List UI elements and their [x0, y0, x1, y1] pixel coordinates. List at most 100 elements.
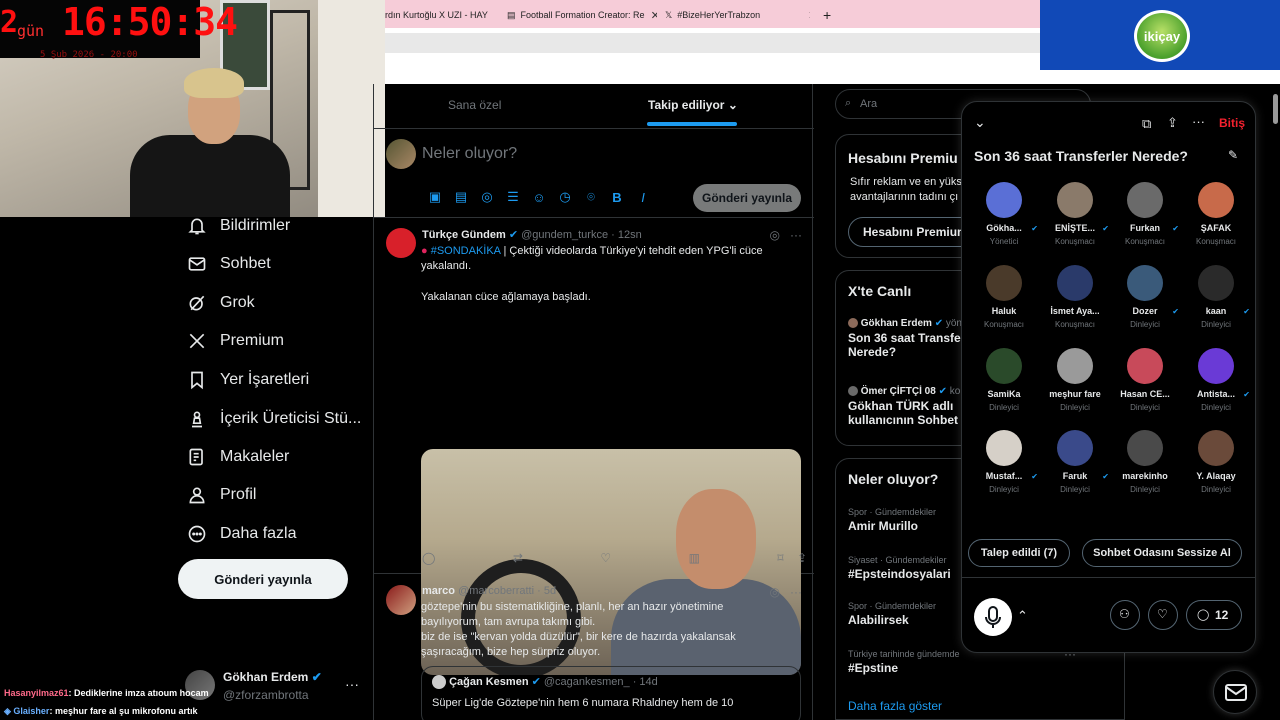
browser-tab[interactable]: ▤ Football Formation Creator: Re ✕ [507, 6, 657, 24]
share-icon[interactable]: ⇪ [1167, 115, 1178, 131]
browser-address-bar[interactable] [385, 28, 1040, 56]
trend-item[interactable]: Spor · Gündemdekiler Amir Murillo [848, 507, 936, 533]
space-participant[interactable]: Haluk Konuşmacı [968, 265, 1040, 345]
nav-item-chat[interactable]: Sohbet [186, 249, 271, 279]
scrollbar-thumb[interactable] [1273, 94, 1278, 124]
reply-icon[interactable]: ◯ [422, 551, 435, 565]
close-icon[interactable]: ✕ [494, 9, 495, 22]
compose-input[interactable]: Neler oluyor? [422, 145, 517, 163]
space-participant[interactable]: Faruk ✔ Dinleyici [1039, 430, 1111, 510]
react-button[interactable]: ♡ [1148, 600, 1178, 630]
space-participant[interactable]: ENİŞTE... ✔ Konuşmacı [1039, 182, 1111, 262]
more-icon[interactable]: ··· [1192, 114, 1205, 129]
space-participant[interactable]: marekinho Dinleyici [1109, 430, 1181, 510]
close-icon[interactable]: ✕ [651, 9, 657, 22]
nav-item-premium[interactable]: Premium [186, 326, 284, 356]
tab-following[interactable]: Takip ediliyor ⌄ [648, 98, 738, 112]
requests-button[interactable]: Talep edildi (7) [968, 539, 1070, 567]
live-item[interactable]: Gökhan Erdem ✔ yön Son 36 saat Transferl… [848, 318, 975, 359]
comments-button[interactable]: ◯ 12 [1186, 600, 1242, 630]
space-participant[interactable]: Mustaf... ✔ Dinleyici [968, 430, 1040, 510]
more-icon[interactable]: ··· [345, 676, 359, 692]
bold-icon[interactable]: B [604, 189, 630, 205]
collapse-chevron-icon[interactable]: ⌄ [974, 114, 986, 131]
nav-item-bookmarks[interactable]: Yer İşaretleri [186, 365, 309, 395]
space-participant[interactable]: Antista... ✔ Dinleyici [1180, 348, 1252, 428]
more-icon[interactable]: ··· [790, 585, 802, 599]
minimize-icon[interactable]: ⧉ [1142, 116, 1151, 132]
nav-item-notifications[interactable]: Bildirimler [186, 211, 290, 241]
space-participant[interactable]: meşhur fare Dinleyici [1039, 348, 1111, 428]
space-participant[interactable]: Hasan CE... Dinleyici [1109, 348, 1181, 428]
bookmark-icon[interactable]: ⌑ [777, 551, 783, 565]
verified-badge-icon: ✔ [1031, 472, 1038, 481]
tweet[interactable]: Türkçe Gündem ✔ @gundem_turkce · 12sn ◎ … [374, 218, 814, 675]
compose-post-button[interactable]: Gönderi yayınla [693, 184, 801, 212]
gif-icon[interactable]: ▤ [448, 189, 474, 205]
trend-item[interactable]: Spor · Gündemdekiler Alabilirsek [848, 601, 936, 627]
nav-item-more[interactable]: Daha fazla [186, 519, 297, 549]
nav-item-creator-studio[interactable]: İçerik Üreticisi Stü... [186, 404, 361, 434]
participant-role: Dinleyici [1060, 485, 1090, 494]
hashtag-link[interactable]: #SONDAKİKA [431, 245, 501, 257]
space-participant[interactable]: kaan ✔ Dinleyici [1180, 265, 1252, 345]
grok-icon[interactable]: ◎ [770, 228, 780, 242]
schedule-icon[interactable]: ◷ [552, 189, 578, 205]
emoji-icon[interactable]: ☺ [526, 189, 552, 205]
messages-fab[interactable] [1213, 670, 1257, 714]
space-participant[interactable]: Y. Alaqay Dinleyici [1180, 430, 1252, 510]
space-participant[interactable]: Furkan ✔ Konuşmacı [1109, 182, 1181, 262]
avatar [1198, 182, 1234, 218]
trend-item[interactable]: Türkiye tarihinde gündemde #Epstine [848, 649, 960, 675]
tab-for-you[interactable]: Sana özel [448, 98, 501, 112]
tweet-tools: ◎ ··· [770, 585, 802, 599]
image-icon[interactable]: ▣ [422, 189, 448, 205]
space-participant[interactable]: ŞAFAK Konuşmacı [1180, 182, 1252, 262]
person-icon [186, 484, 208, 506]
account-switcher[interactable]: Gökhan Erdem ✔ @zforzambrotta ··· [185, 668, 385, 708]
like-icon[interactable]: ♡ [600, 551, 611, 565]
people-button[interactable]: ⚇ [1110, 600, 1140, 630]
retweet-icon[interactable]: ⇄ [513, 551, 523, 565]
italic-icon[interactable]: I [630, 189, 656, 205]
address-field[interactable] [385, 33, 1040, 53]
grok-icon[interactable]: ◎ [770, 585, 780, 599]
verified-badge-icon: ✔ [934, 318, 944, 329]
participant-name: SamiKa [987, 389, 1021, 399]
mute-space-button[interactable]: Sohbet Odasını Sessize Al [1082, 539, 1242, 567]
nav-item-articles[interactable]: Makaleler [186, 442, 289, 472]
trend-item[interactable]: Siyaset · Gündemdekiler #Epsteindosyalari [848, 555, 951, 581]
views-icon[interactable]: ▥ [689, 551, 700, 565]
end-space-button[interactable]: Bitiş [1219, 116, 1245, 130]
tweet[interactable]: marco @marcoberratti · 5d ◎ ··· göztepe'… [374, 575, 814, 720]
participant-role: Yönetici [989, 237, 1019, 246]
location-icon[interactable]: ⌾ [578, 189, 604, 205]
nav-item-profile[interactable]: Profil [186, 480, 256, 510]
avatar [986, 182, 1022, 218]
space-participant[interactable]: Dozer ✔ Dinleyici [1109, 265, 1181, 345]
grok-icon[interactable]: ◎ [474, 189, 500, 205]
space-participant[interactable]: İsmet Aya... Konuşmacı [1039, 265, 1111, 345]
chevron-up-icon[interactable]: ⌃ [1017, 608, 1028, 624]
edit-icon[interactable]: ✎ [1228, 148, 1238, 162]
poll-icon[interactable]: ☰ [500, 189, 526, 205]
nav-item-grok[interactable]: Grok [186, 288, 255, 318]
scrollbar[interactable] [1271, 84, 1280, 720]
post-button[interactable]: Gönderi yayınla [178, 559, 348, 599]
show-more-link[interactable]: Daha fazla göster [848, 699, 942, 713]
close-icon[interactable]: ✕ [808, 9, 810, 22]
new-tab-button[interactable]: + [823, 6, 831, 24]
space-participant[interactable]: SamiKa Dinleyici [968, 348, 1040, 428]
nav-label: Yer İşaretleri [220, 371, 310, 388]
quoted-tweet[interactable]: Çağan Kesmen ✔ @cagankesmen_ · 14d Süper… [421, 666, 801, 720]
more-icon[interactable]: ··· [790, 228, 802, 242]
participant-name: meşhur fare [1049, 389, 1101, 399]
browser-tab[interactable]: rdın Kurtoğlu X UZI - HAY ✕ [385, 6, 495, 24]
browser-tab[interactable]: 𝕏 #BizeHerYerTrabzon ✕ [665, 6, 810, 24]
participant-name: Hasan CE... [1120, 389, 1170, 399]
live-item[interactable]: Ömer ÇİFTÇİ 08 ✔ kon Gökhan TÜRK adlı kul… [848, 386, 971, 427]
space-participant[interactable]: Gökha... ✔ Yönetici [968, 182, 1040, 262]
share-icon[interactable]: ⇪ [797, 551, 807, 565]
microphone-button[interactable] [974, 598, 1012, 636]
trend-category: Spor · Gündemdekiler [848, 601, 937, 611]
